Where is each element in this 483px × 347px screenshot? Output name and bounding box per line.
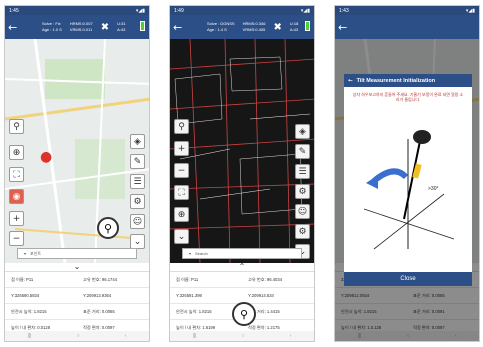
back-arrow-icon[interactable]: ← <box>348 78 353 84</box>
search-icon: ▾ <box>189 251 192 256</box>
info-cell: Y:209913.9364 <box>77 288 149 304</box>
signal-icons: ▾◢▮ <box>135 7 145 14</box>
info-cell: 안전시 높이: 1.8215 <box>5 304 77 320</box>
solve-info: Solve : DGNSS Age : 1.4 S <box>207 21 235 32</box>
info-cell: 고유 번호: 96.1744 <box>77 272 149 288</box>
battery-icon <box>305 21 310 31</box>
user-icon[interactable]: ☺ <box>130 214 145 229</box>
search-bar[interactable]: ▾ Search <box>182 248 302 259</box>
search-bar[interactable]: ▾ 포인트 <box>17 248 137 259</box>
phone-screen-2: 1:49 ▾◢▮ ← Solve : DGNSS Age : 1.4 S HRMS:… <box>169 5 315 342</box>
zoom-in-icon[interactable]: + <box>9 211 24 226</box>
rms-info: HRMS:0.346 VRMS:0.405 <box>242 21 266 32</box>
pen-icon[interactable]: ✎ <box>295 144 310 159</box>
info-cell: Y:209914.534 <box>242 288 314 304</box>
back-nav-icon[interactable]: ‹ <box>290 333 292 339</box>
map-roads <box>5 39 149 263</box>
home-icon[interactable]: ○ <box>242 333 245 339</box>
recents-icon[interactable]: ||| <box>28 333 32 339</box>
current-location-button[interactable]: ⚲ <box>232 302 256 326</box>
satellite-count: U:31 A:43 <box>117 21 126 32</box>
info-cell: Y:326591.399 <box>170 288 242 304</box>
app-header: ← Solve : Fix Age : 1.0 S HRMS:0.007 VRMS:… <box>5 15 149 39</box>
zoom-in-icon[interactable]: + <box>174 141 189 156</box>
signal-icons: ▾◢▮ <box>300 7 310 14</box>
info-cell: 표준 거리: 0.0065 <box>77 304 149 320</box>
angle-label: >30° <box>428 186 439 192</box>
back-arrow-icon[interactable]: ← <box>8 21 20 34</box>
search-icon: ▾ <box>24 251 27 256</box>
status-time: 1:45 <box>9 7 19 14</box>
search-placeholder: Search <box>195 251 208 256</box>
settings-icon[interactable]: ⚙ <box>130 194 145 209</box>
layers-icon[interactable]: ◈ <box>295 124 310 139</box>
info-cell: 점 이름: P11 <box>5 272 77 288</box>
tilt-init-dialog: ← Tilt Measurement Initialization 상자 하우보고… <box>344 74 472 286</box>
info-cell: Y:326590.5834 <box>5 288 77 304</box>
expand-icon[interactable]: ⛶ <box>174 185 189 200</box>
expand-chevron-icon[interactable]: ⌃ <box>170 263 314 271</box>
layers-icon[interactable]: ◈ <box>130 134 145 149</box>
stakeout-icon[interactable]: ◉ <box>9 189 24 204</box>
close-button[interactable]: Close <box>344 272 472 286</box>
back-nav-icon[interactable]: ‹ <box>125 333 127 339</box>
back-arrow-icon[interactable]: ← <box>338 21 350 34</box>
app-header: ← Solve : DGNSS Age : 1.4 S HRMS:0.346 VRM… <box>170 15 314 39</box>
status-bar: 1:49 ▾◢▮ <box>170 6 314 15</box>
recents-icon[interactable]: ||| <box>193 333 197 339</box>
settings-icon[interactable]: ⚙ <box>295 184 310 199</box>
list-icon[interactable]: ☰ <box>130 174 145 189</box>
battery-icon <box>140 21 145 31</box>
zoom-out-icon[interactable]: − <box>9 231 24 246</box>
signal-icons: ▾◢▮ <box>465 7 475 14</box>
back-arrow-icon[interactable]: ← <box>173 21 185 34</box>
cad-map-view[interactable]: ⚲ + − ⛶ ⊕ ⌄ ◈ ✎ ☰ ⚙ ☺ ⚙ ⌄ ▾ Search <box>170 39 314 263</box>
tilt-diagram <box>363 130 455 250</box>
search-placeholder: 포인트 <box>30 250 42 256</box>
expand-chevron-icon[interactable]: ⌄ <box>5 263 149 271</box>
location-pin-icon: ● <box>40 149 53 165</box>
system-nav: ||| ○ ‹ <box>5 331 149 341</box>
gps-level-icon[interactable]: ⚲ <box>9 119 24 134</box>
status-bar: 1:45 ▾◢▮ <box>5 6 149 15</box>
home-icon[interactable]: ○ <box>77 333 80 339</box>
target-icon[interactable]: ⊕ <box>174 207 189 222</box>
phone-screen-1: 1:45 ▾◢▮ ← Solve : Fix Age : 1.0 S HRMS:0.… <box>4 5 150 342</box>
pen-icon[interactable]: ✎ <box>130 154 145 169</box>
list-icon[interactable]: ☰ <box>295 164 310 179</box>
satellite-icon: ✖ <box>100 21 110 33</box>
status-time: 1:49 <box>174 7 184 14</box>
info-cell: 점 이름: P11 <box>170 272 242 288</box>
map-view[interactable]: ● ⚲ ⊕ ⛶ ◉ + − ◈ ✎ ☰ ⚙ ☺ ⌄ ⚲ ▾ 포인트 <box>5 39 149 263</box>
chevron-down-icon[interactable]: ⌄ <box>174 229 189 244</box>
solve-info: Solve : Fix Age : 1.0 S <box>42 21 62 32</box>
gps-level-icon[interactable]: ⚲ <box>174 119 189 134</box>
chevron-down-icon[interactable]: ⌄ <box>130 234 145 249</box>
target-icon[interactable]: ⊕ <box>9 145 24 160</box>
dialog-header: ← Tilt Measurement Initialization <box>344 74 472 87</box>
current-location-button[interactable]: ⚲ <box>97 217 119 239</box>
dialog-title: Tilt Measurement Initialization <box>356 77 436 84</box>
satellite-count: U:18 A:43 <box>289 21 299 32</box>
system-nav: ||| ○ ‹ <box>170 331 314 341</box>
gear-icon[interactable]: ⚙ <box>295 224 310 239</box>
user-icon[interactable]: ☺ <box>295 204 310 219</box>
zoom-out-icon[interactable]: − <box>174 163 189 178</box>
point-info-grid: 점 이름: P11 고유 번호: 96.1744 Y:326590.5834 Y… <box>5 271 149 336</box>
app-header: ← <box>335 15 479 39</box>
info-cell: 고유 번호: 96.4034 <box>242 272 314 288</box>
dialog-instructions: 상자 하우보고하지 흔들어 주세요. 기울기 보정이 완료 되면 알람 소리가 … <box>352 92 464 102</box>
phone-screen-3: 1:43▾◢▮ ← 326590.5221 Y:209813.9317 Y:20… <box>334 5 480 342</box>
expand-icon[interactable]: ⛶ <box>9 167 24 182</box>
cad-lines <box>170 39 314 263</box>
satellite-icon: ✖ <box>273 21 282 33</box>
status-bar: 1:43 ▾◢▮ <box>335 6 479 15</box>
status-time: 1:43 <box>339 7 349 14</box>
rms-info: HRMS:0.007 VRMS:0.011 <box>69 21 93 32</box>
